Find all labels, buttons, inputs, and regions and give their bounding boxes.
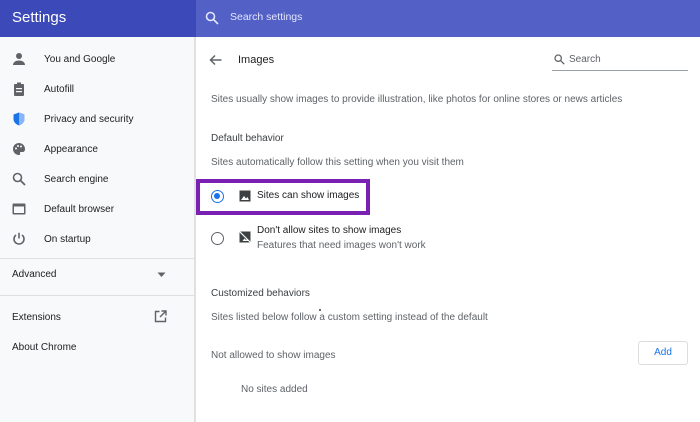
sidebar-item-label: You and Google	[44, 54, 116, 65]
sidebar-item-label: Appearance	[44, 144, 98, 155]
sidebar-item-label: Autofill	[44, 84, 75, 95]
section-subtext: Sites automatically follow this setting …	[211, 157, 464, 168]
back-arrow-icon[interactable]	[209, 53, 223, 67]
image-blocked-icon	[239, 231, 251, 243]
advanced-toggle[interactable]: Advanced	[12, 269, 56, 280]
empty-list-label: No sites added	[241, 384, 308, 395]
image-icon	[239, 190, 251, 202]
sidebar-item-label: Privacy and security	[44, 114, 134, 125]
power-icon	[13, 232, 25, 245]
sidebar-item-you-and-google[interactable]: You and Google	[0, 45, 195, 75]
sidebar-item-label: Default browser	[44, 204, 115, 215]
shield-icon	[13, 112, 25, 126]
search-icon	[554, 54, 565, 65]
sidebar-item-search-engine[interactable]: Search engine	[0, 165, 195, 195]
content-search-input[interactable]: Search	[552, 51, 688, 71]
radio-dont-allow-images[interactable]	[211, 232, 224, 245]
section-heading: Customized behaviors	[211, 288, 310, 299]
sidebar-item-appearance[interactable]: Appearance	[0, 135, 195, 165]
sidebar-item-label: Search engine	[44, 174, 109, 185]
sidebar-item-label: On startup	[44, 234, 91, 245]
search-placeholder: Search settings	[230, 11, 303, 23]
sidebar-item-autofill[interactable]: Autofill	[0, 75, 195, 105]
search-settings-input[interactable]: Search settings	[196, 0, 700, 37]
section-heading: Default behavior	[211, 133, 284, 144]
section-subtext: Sites listed below follow a custom setti…	[211, 312, 488, 323]
sidebar-item-default-browser[interactable]: Default browser	[0, 195, 195, 225]
divider	[0, 295, 195, 296]
sidebar-item-on-startup[interactable]: On startup	[0, 225, 195, 255]
browser-icon	[12, 203, 26, 215]
not-allowed-label: Not allowed to show images	[211, 350, 336, 361]
sidebar: You and Google Autofill Privacy and secu…	[0, 37, 195, 422]
radio-sites-can-show-images[interactable]	[211, 190, 224, 203]
option-label: Sites can show images	[257, 190, 360, 201]
clipboard-icon	[14, 82, 24, 96]
app-title: Settings	[12, 9, 67, 26]
palette-icon	[13, 143, 25, 155]
sidebar-item-extensions[interactable]: Extensions	[12, 312, 61, 323]
option-label: Don't allow sites to show images	[257, 225, 402, 236]
sidebar-item-about-chrome[interactable]: About Chrome	[12, 342, 76, 353]
person-icon	[13, 53, 25, 65]
search-icon	[205, 11, 219, 25]
cursor-dot	[319, 309, 321, 311]
external-link-icon[interactable]	[154, 310, 167, 323]
content-search-placeholder: Search	[569, 54, 601, 65]
option-sublabel: Features that need images won't work	[257, 240, 426, 251]
sidebar-item-privacy-and-security[interactable]: Privacy and security	[0, 105, 195, 135]
page-title: Images	[238, 54, 275, 66]
page-description: Sites usually show images to provide ill…	[211, 94, 623, 105]
main-content: Images Search Sites usually show images …	[196, 37, 700, 422]
divider	[0, 258, 195, 259]
add-button[interactable]: Add	[638, 341, 688, 365]
search-icon	[12, 172, 26, 186]
chevron-down-icon[interactable]	[157, 272, 166, 278]
